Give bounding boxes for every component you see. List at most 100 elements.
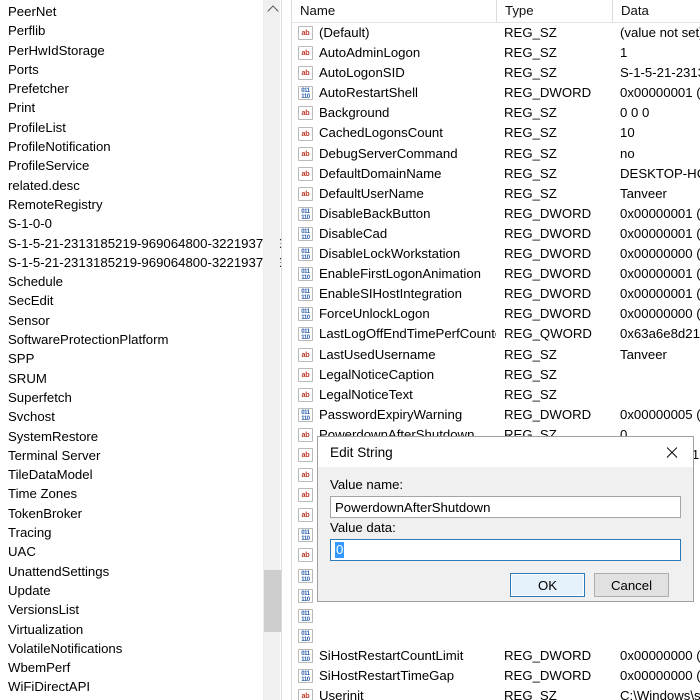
edit-string-dialog: Edit String Value name: Value data: 0 OK… (317, 436, 694, 602)
sidebar-item-superfetch[interactable]: Superfetch (0, 388, 292, 407)
table-row[interactable]: ab AutoAdminLogon REG_SZ 1 (292, 43, 700, 63)
sidebar-item-softwareprotectionplatform[interactable]: SoftwareProtectionPlatform (0, 330, 292, 349)
sidebar-item-systemrestore[interactable]: SystemRestore (0, 427, 292, 446)
sidebar-item-sensor[interactable]: Sensor (0, 311, 292, 330)
table-row[interactable]: 011 110 PasswordExpiryWarning REG_DWORD 0x00… (292, 405, 700, 425)
tree-item-label: Sensor (8, 312, 50, 328)
registry-key-tree[interactable]: PeerNet Perflib PerHwIdStorage Ports Prefetc… (0, 2, 292, 700)
table-row[interactable]: ab Background REG_SZ 0 0 0 (292, 103, 700, 123)
table-row[interactable]: ab AutoLogonSID REG_SZ S-1-5-21-2313 (292, 63, 700, 83)
ok-button[interactable]: OK (510, 573, 585, 597)
sidebar-item-wifidirectapi[interactable]: WiFiDirectAPI (0, 677, 292, 696)
sidebar-item-ports[interactable]: Ports (0, 60, 292, 79)
table-row[interactable]: ab LegalNoticeText REG_SZ (292, 385, 700, 405)
string-value-icon: ab (298, 448, 313, 463)
table-row[interactable]: 011 110 DisableBackButton REG_DWORD 0x000000… (292, 204, 700, 224)
sidebar-item-profilelist[interactable]: ProfileList (0, 118, 292, 137)
table-row[interactable]: ab DefaultUserName REG_SZ Tanveer (292, 184, 700, 204)
scroll-up-button[interactable] (264, 0, 281, 18)
table-row[interactable]: 011 110 DisableLockWorkstation REG_DWORD 0x0… (292, 244, 700, 264)
table-row[interactable]: ab DefaultDomainName REG_SZ DESKTOP-HCC (292, 164, 700, 184)
tree-item-label: ProfileNotification (8, 139, 111, 155)
sidebar-item-s-1-5-21-2313185219-969064800-3221937463-1000[interactable]: S-1-5-21-2313185219-969064800-3221937463… (0, 234, 292, 253)
value-data-cell: 0x00000001 (1) (620, 286, 700, 302)
value-type-cell: REG_SZ (504, 386, 557, 402)
tree-item-label: Schedule (8, 274, 63, 290)
value-name-cell: 011 110 LastLogOffEndTimePerfCounter (292, 324, 496, 344)
sidebar-item-tiledatamodel[interactable]: TileDataModel (0, 465, 292, 484)
sidebar-item-print[interactable]: Print (0, 98, 292, 117)
sidebar-item-remoteregistry[interactable]: RemoteRegistry (0, 195, 292, 214)
pane-splitter[interactable] (281, 0, 292, 700)
table-row[interactable]: ab CachedLogonsCount REG_SZ 10 (292, 123, 700, 143)
sidebar-item-unattendsettings[interactable]: UnattendSettings (0, 562, 292, 581)
sidebar-item-s-1-0-0[interactable]: S-1-0-0 (0, 214, 292, 233)
sidebar-item-uac[interactable]: UAC (0, 542, 292, 561)
value-name-cell: 011 110 (292, 606, 496, 626)
tree-item-row: WiFiDirectAPI (0, 677, 292, 696)
dialog-titlebar[interactable]: Edit String (318, 437, 693, 467)
sidebar-item-volatilenotifications[interactable]: VolatileNotifications (0, 639, 292, 658)
tree-item-label: Print (8, 100, 36, 116)
sidebar-item-terminal-server[interactable]: Terminal Server (0, 446, 292, 465)
table-row[interactable]: ab (Default) REG_SZ (value not set) (292, 23, 700, 43)
sidebar-item-versionslist[interactable]: VersionsList (0, 600, 292, 619)
table-row[interactable]: ab LastUsedUsername REG_SZ Tanveer (292, 345, 700, 365)
tree-item-row: S-1-5-21-2313185219-969064800-3221937463… (0, 234, 292, 253)
column-header-data[interactable]: Data (612, 0, 700, 22)
sidebar-item-profilenotification[interactable]: ProfileNotification (0, 137, 292, 156)
table-row[interactable]: ab LegalNoticeCaption REG_SZ (292, 365, 700, 385)
sidebar-item-tracing[interactable]: Tracing (0, 523, 292, 542)
table-row[interactable]: 011 110 ForceUnlockLogon REG_DWORD 0x0000000… (292, 304, 700, 324)
value-name-input[interactable] (330, 496, 681, 518)
string-value-icon: ab (298, 508, 313, 523)
tree-item-row: Svchost (0, 407, 292, 426)
sidebar-item-schedule[interactable]: Schedule (0, 272, 292, 291)
sidebar-item-wbemperf[interactable]: WbemPerf (0, 658, 292, 677)
table-row[interactable]: 011 110 SiHostRestartCountLimit REG_DWORD 0x… (292, 646, 700, 666)
sidebar-item-peernet[interactable]: PeerNet (0, 2, 292, 21)
sidebar-item-spp[interactable]: SPP (0, 349, 292, 368)
sidebar-item-tokenbroker[interactable]: TokenBroker (0, 504, 292, 523)
values-column-headers: Name Type Data (292, 0, 700, 23)
sidebar-item-secedit[interactable]: SecEdit (0, 291, 292, 310)
column-header-name[interactable]: Name (292, 0, 496, 22)
tree-item-row: PeerNet (0, 2, 292, 21)
table-row[interactable]: 011 110 LastLogOffEndTimePerfCounter REG_QW… (292, 324, 700, 344)
column-header-type[interactable]: Type (496, 0, 612, 22)
table-row[interactable]: 011 110 EnableSIHostIntegration REG_DWORD 0x… (292, 284, 700, 304)
tree-item-row: ProfileList (0, 118, 292, 137)
dword-value-icon: 011 110 (298, 307, 313, 322)
value-data-input[interactable] (330, 539, 681, 561)
sidebar-item-profileservice[interactable]: ProfileService (0, 156, 292, 175)
table-row[interactable]: 011 110 (292, 626, 700, 646)
tree-item-label: Tracing (8, 525, 52, 541)
value-name-cell: 011 110 PasswordExpiryWarning (292, 405, 496, 425)
table-row[interactable]: 011110 DisableCad REG_DWORD 0x00000001 (1) (292, 224, 700, 244)
sidebar-item-time-zones[interactable]: Time Zones (0, 484, 292, 503)
table-row[interactable]: 011 110 AutoRestartShell REG_DWORD 0x0000000… (292, 83, 700, 103)
sidebar-item-svchost[interactable]: Svchost (0, 407, 292, 426)
sidebar-item-related-desc[interactable]: related.desc (0, 176, 292, 195)
sidebar-item-s-1-5-21-2313185219-969064800-3221937463-1001[interactable]: S-1-5-21-2313185219-969064800-3221937463… (0, 253, 292, 272)
sidebar-item-perhwidstorage[interactable]: PerHwIdStorage (0, 41, 292, 60)
table-row[interactable]: 011 110 (292, 606, 700, 626)
sidebar-item-update[interactable]: Update (0, 581, 292, 600)
tree-item-row: Print (0, 98, 292, 117)
table-row[interactable]: ab Userinit REG_SZ C:\Windows\s (292, 686, 700, 700)
sidebar-item-prefetcher[interactable]: Prefetcher (0, 79, 292, 98)
scrollbar-thumb[interactable] (264, 570, 281, 632)
cancel-button[interactable]: Cancel (594, 573, 669, 597)
sidebar-item-perflib[interactable]: Perflib (0, 21, 292, 40)
tree-item-row: Sensor (0, 311, 292, 330)
table-row[interactable]: ab DebugServerCommand REG_SZ no (292, 144, 700, 164)
sidebar-item-srum[interactable]: SRUM (0, 369, 292, 388)
sidebar-item-virtualization[interactable]: Virtualization (0, 620, 292, 639)
value-name-cell: 011 110 DisableLockWorkstation (292, 244, 496, 264)
tree-vertical-scrollbar[interactable] (263, 0, 281, 700)
value-data-cell: 10 (620, 125, 635, 141)
close-button[interactable] (649, 438, 693, 467)
value-name-text: Userinit (319, 688, 364, 700)
table-row[interactable]: 011 110 SiHostRestartTimeGap REG_DWORD 0x000… (292, 666, 700, 686)
table-row[interactable]: 011 110 EnableFirstLogonAnimation REG_DWORD… (292, 264, 700, 284)
